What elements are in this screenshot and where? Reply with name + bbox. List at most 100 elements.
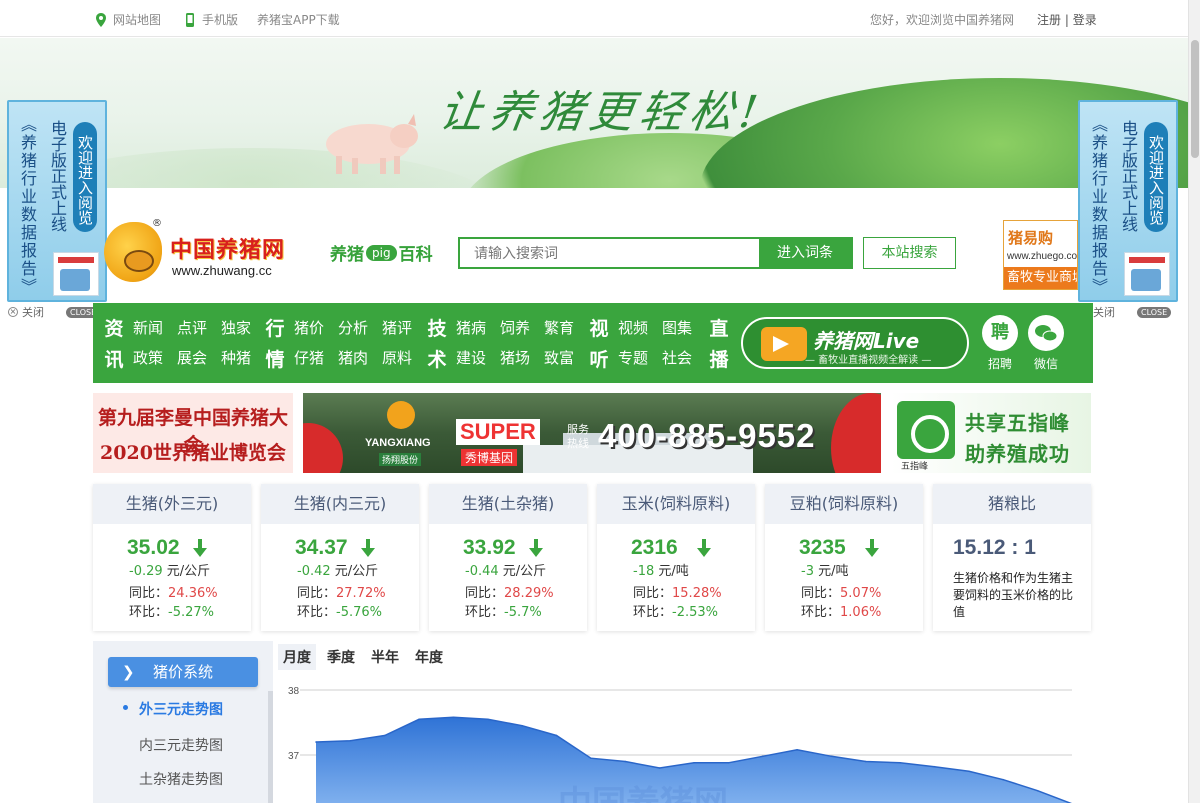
jobs-label[interactable]: 招聘 xyxy=(980,355,1020,372)
jobs-icon[interactable]: 聘 xyxy=(982,315,1018,351)
nav-item[interactable]: 政策 xyxy=(133,347,163,368)
nav-item[interactable]: 种猪 xyxy=(221,347,251,368)
chart-point[interactable] xyxy=(487,718,489,721)
nav-heading-top[interactable]: 技 xyxy=(426,314,448,341)
nav-heading-top[interactable]: 资 xyxy=(103,314,125,341)
pig-encyclopedia-logo[interactable]: 养猪 pig 百科 xyxy=(330,240,433,265)
nav-item[interactable]: 图集 xyxy=(662,317,692,338)
login-link[interactable]: 登录 xyxy=(1073,13,1097,27)
wechat-icon[interactable] xyxy=(1028,315,1064,351)
wuzhifeng-ad[interactable]: 五指峰 共享五指峰 助养殖成功 xyxy=(891,393,1091,473)
chart-point[interactable] xyxy=(693,762,695,764)
nav-heading-top[interactable]: 行 xyxy=(264,314,286,341)
chart-point[interactable] xyxy=(521,724,523,727)
chart-point[interactable] xyxy=(555,734,558,737)
price-trend-chart[interactable]: 38 37 中国养猪网 xyxy=(278,675,1078,803)
chart-point[interactable] xyxy=(452,716,455,719)
chart-point[interactable] xyxy=(727,762,730,764)
chart-point[interactable] xyxy=(658,767,661,769)
price-card-soymeal[interactable]: 豆粕(饲料原料) 3235 -3 元/吨 同比：5.07% 环比：1.06% xyxy=(765,484,923,631)
price-card-neisanyuan[interactable]: 生猪(内三元) 34.37 -0.42 元/公斤 同比：27.72% 环比：-5… xyxy=(261,484,419,631)
price-card-corn[interactable]: 玉米(饲料原料) 2316 -18 元/吨 同比：15.28% 环比：-2.53… xyxy=(597,484,755,631)
close-label[interactable]: 关闭 xyxy=(1093,304,1115,320)
sidebar-item-neisanyuan[interactable]: 内三元走势图 xyxy=(139,735,223,755)
app-download-link[interactable]: 养猪宝APP下载 xyxy=(257,11,340,28)
chart-point[interactable] xyxy=(1002,778,1005,781)
left-float-ad[interactable]: 《养猪行业数据报告》 电子版正式上线 欢迎进入阅览 xyxy=(7,100,107,302)
chart-point[interactable] xyxy=(315,741,317,743)
nav-item[interactable]: 猪病 xyxy=(456,317,486,338)
search-input[interactable] xyxy=(460,239,760,267)
nav-item[interactable]: 分析 xyxy=(338,317,368,338)
tab-yearly[interactable]: 年度 xyxy=(410,644,448,670)
close-icon[interactable]: × xyxy=(8,307,18,317)
tab-half-year[interactable]: 半年 xyxy=(366,644,404,670)
nav-item[interactable]: 社会 xyxy=(662,347,692,368)
price-card-tuzazhu[interactable]: 生猪(土杂猪) 33.92 -0.44 元/公斤 同比：28.29% 环比：-5… xyxy=(429,484,587,631)
chart-point[interactable] xyxy=(1036,789,1039,792)
nav-item[interactable]: 展会 xyxy=(177,347,207,368)
mobile-link[interactable]: 手机版 xyxy=(184,11,238,28)
chart-point[interactable] xyxy=(349,739,352,742)
chart-point[interactable] xyxy=(968,770,970,773)
chart-point[interactable] xyxy=(418,718,420,721)
price-system-button[interactable]: ❯ 猪价系统 xyxy=(108,657,258,687)
scrollbar-thumb[interactable] xyxy=(1191,40,1199,158)
nav-item[interactable]: 仔猪 xyxy=(294,347,324,368)
nav-item[interactable]: 猪场 xyxy=(500,347,530,368)
yangxiang-ad[interactable]: YANGXIANG 扬翔股份 SUPER 秀博基因 服务热线 400-885-9… xyxy=(303,393,881,473)
site-logo[interactable]: ® 中国养猪网 www.zhuwang.cc xyxy=(100,218,300,288)
nav-heading-bottom[interactable]: 听 xyxy=(588,345,610,372)
wechat-label[interactable]: 微信 xyxy=(1026,355,1066,372)
chart-point[interactable] xyxy=(933,765,936,768)
tab-quarterly[interactable]: 季度 xyxy=(322,644,360,670)
float-ad-cta[interactable]: 欢迎进入阅览 xyxy=(1144,122,1168,232)
price-card-waisanyuan[interactable]: 生猪(外三元) 35.02 -0.29 元/公斤 同比：24.36% 环比：-5… xyxy=(93,484,251,631)
chart-point[interactable] xyxy=(624,760,627,763)
chart-point[interactable] xyxy=(590,757,592,760)
nav-item[interactable]: 点评 xyxy=(177,317,207,338)
nav-heading-bottom[interactable]: 术 xyxy=(426,345,448,372)
chart-point[interactable] xyxy=(899,762,901,764)
chart-point[interactable] xyxy=(383,734,386,737)
nav-item[interactable]: 视频 xyxy=(618,317,648,338)
float-ad-cta[interactable]: 欢迎进入阅览 xyxy=(73,122,97,232)
nav-item[interactable]: 原料 xyxy=(382,347,412,368)
nav-heading-bottom[interactable]: 情 xyxy=(264,345,286,372)
enter-entry-button[interactable]: 进入词条 xyxy=(759,239,851,267)
nav-item[interactable]: 建设 xyxy=(456,347,486,368)
chart-point[interactable] xyxy=(830,755,833,758)
nav-heading-top[interactable]: 视 xyxy=(588,314,610,341)
nav-heading-bottom[interactable]: 播 xyxy=(708,345,730,372)
sidebar-scrollbar[interactable] xyxy=(268,691,273,803)
sitemap-link[interactable]: 网站地图 xyxy=(95,11,161,28)
nav-item[interactable]: 致富 xyxy=(544,347,574,368)
page-scrollbar[interactable] xyxy=(1188,0,1200,803)
nav-heading-bottom[interactable]: 讯 xyxy=(103,345,125,372)
sidebar-item-waisanyuan[interactable]: 外三元走势图 xyxy=(139,699,223,719)
nav-item[interactable]: 猪肉 xyxy=(338,347,368,368)
site-search-button[interactable]: 本站搜索 xyxy=(863,237,956,269)
nav-item[interactable]: 猪评 xyxy=(382,317,412,338)
expo-ad[interactable]: 第九届李曼中国养猪大会 2020世界猪业博览会 xyxy=(93,393,293,473)
hog-grain-ratio-card[interactable]: 猪粮比 15.12 : 1 生猪价格和作为生猪主要饲料的玉米价格的比值 xyxy=(933,484,1091,631)
live-banner[interactable]: 养猪网Live — 畜牧业直播视频全解读 — xyxy=(741,317,969,369)
chart-point[interactable] xyxy=(865,760,867,763)
chart-point[interactable] xyxy=(796,749,798,751)
close-label[interactable]: 关闭 xyxy=(22,304,44,320)
zhuego-ad[interactable]: 猪易购 www.zhuego.com 畜牧专业商城 xyxy=(1003,220,1078,290)
left-float-close[interactable]: × 关闭 CLOSE xyxy=(8,304,101,320)
nav-heading-top[interactable]: 直 xyxy=(708,314,730,341)
close-button[interactable]: CLOSE xyxy=(1137,306,1172,318)
nav-item[interactable]: 猪价 xyxy=(294,317,324,338)
nav-item[interactable]: 专题 xyxy=(618,347,648,368)
register-link[interactable]: 注册 xyxy=(1037,13,1061,27)
nav-item[interactable]: 独家 xyxy=(221,317,251,338)
nav-item[interactable]: 饲养 xyxy=(500,317,530,338)
chart-point[interactable] xyxy=(761,755,764,758)
nav-item[interactable]: 繁育 xyxy=(544,317,574,338)
sidebar-item-tuzazhu[interactable]: 土杂猪走势图 xyxy=(139,769,223,789)
right-float-ad[interactable]: 《养猪行业数据报告》 电子版正式上线 欢迎进入阅览 xyxy=(1078,100,1178,302)
tab-monthly[interactable]: 月度 xyxy=(278,644,316,670)
nav-item[interactable]: 新闻 xyxy=(133,317,163,338)
